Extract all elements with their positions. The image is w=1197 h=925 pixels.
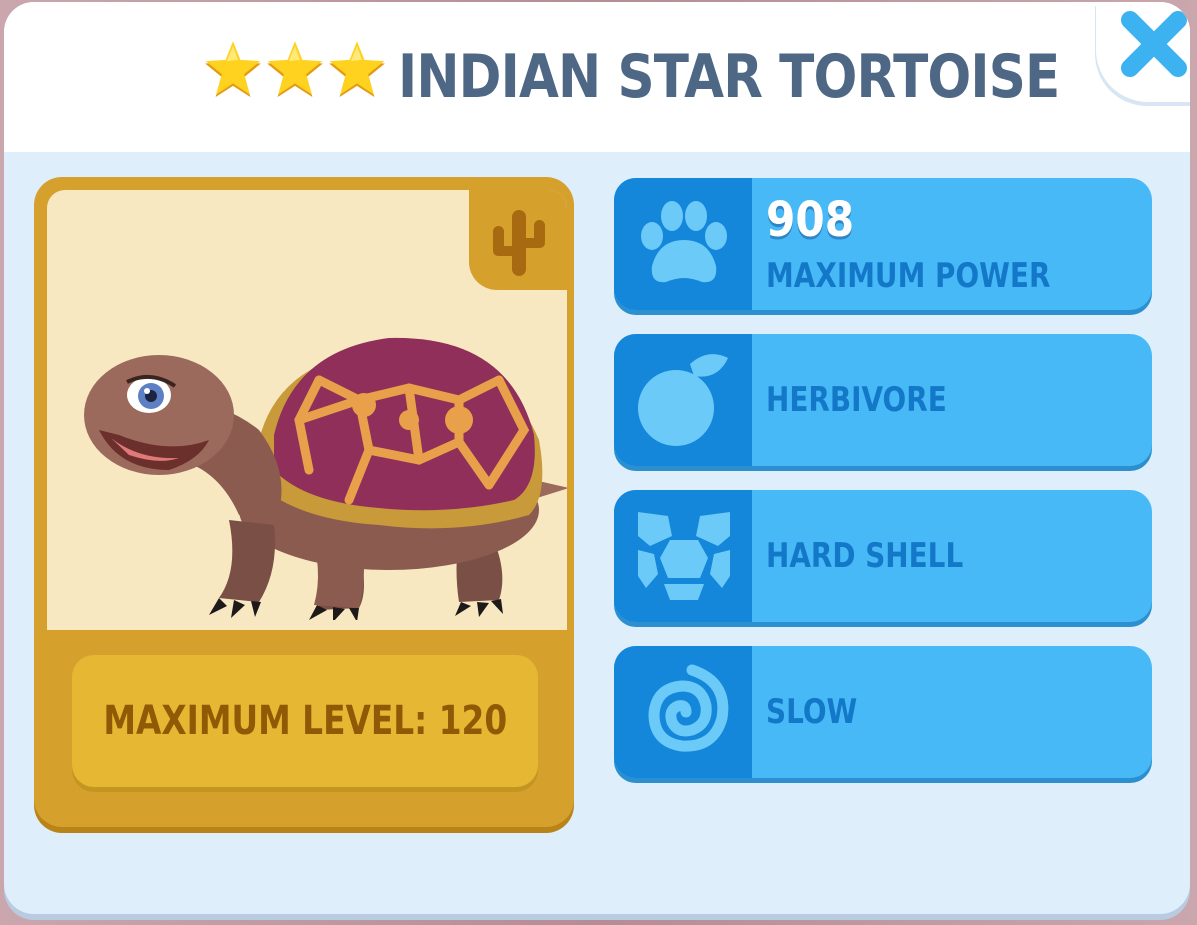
fruit-icon bbox=[638, 354, 728, 446]
shell-icon bbox=[638, 512, 730, 600]
trait-row-speed: SLOW bbox=[614, 646, 1152, 778]
speed-label: SLOW bbox=[766, 692, 858, 732]
trait-icon-box bbox=[614, 334, 752, 466]
dialog-header: INDIAN STAR TORTOISE bbox=[4, 2, 1190, 152]
biome-badge bbox=[469, 190, 567, 290]
diet-label: HERBIVORE bbox=[766, 380, 947, 420]
trait-row-shell: HARD SHELL bbox=[614, 490, 1152, 622]
paw-icon bbox=[641, 201, 727, 283]
max-power-label: MAXIMUM POWER bbox=[766, 256, 1051, 296]
shell-label: HARD SHELL bbox=[766, 536, 964, 576]
max-power-value: 908 bbox=[766, 192, 855, 248]
trait-row-diet: HERBIVORE bbox=[614, 334, 1152, 466]
star-icon bbox=[202, 40, 264, 102]
cactus-icon bbox=[493, 210, 545, 276]
max-level-box: MAXIMUM LEVEL: 120 bbox=[72, 655, 538, 787]
trait-icon-box bbox=[614, 490, 752, 622]
animal-card: MAXIMUM LEVEL: 120 bbox=[34, 177, 574, 827]
close-button[interactable] bbox=[1114, 4, 1190, 84]
animal-name-title: INDIAN STAR TORTOISE bbox=[398, 42, 1060, 112]
star-rating bbox=[202, 40, 388, 102]
tortoise-illustration bbox=[84, 337, 567, 620]
animal-info-dialog: INDIAN STAR TORTOISE MAXIMUM LEVEL: 120 … bbox=[4, 2, 1190, 914]
close-x-icon bbox=[1121, 11, 1187, 77]
trait-row-power: 908 MAXIMUM POWER bbox=[614, 178, 1152, 310]
trait-icon-box bbox=[614, 646, 752, 778]
max-level-label: MAXIMUM LEVEL: 120 bbox=[103, 698, 507, 744]
trait-icon-box bbox=[614, 178, 752, 310]
star-icon bbox=[326, 40, 388, 102]
animal-portrait bbox=[47, 190, 567, 630]
star-icon bbox=[264, 40, 326, 102]
spiral-icon bbox=[648, 664, 729, 752]
